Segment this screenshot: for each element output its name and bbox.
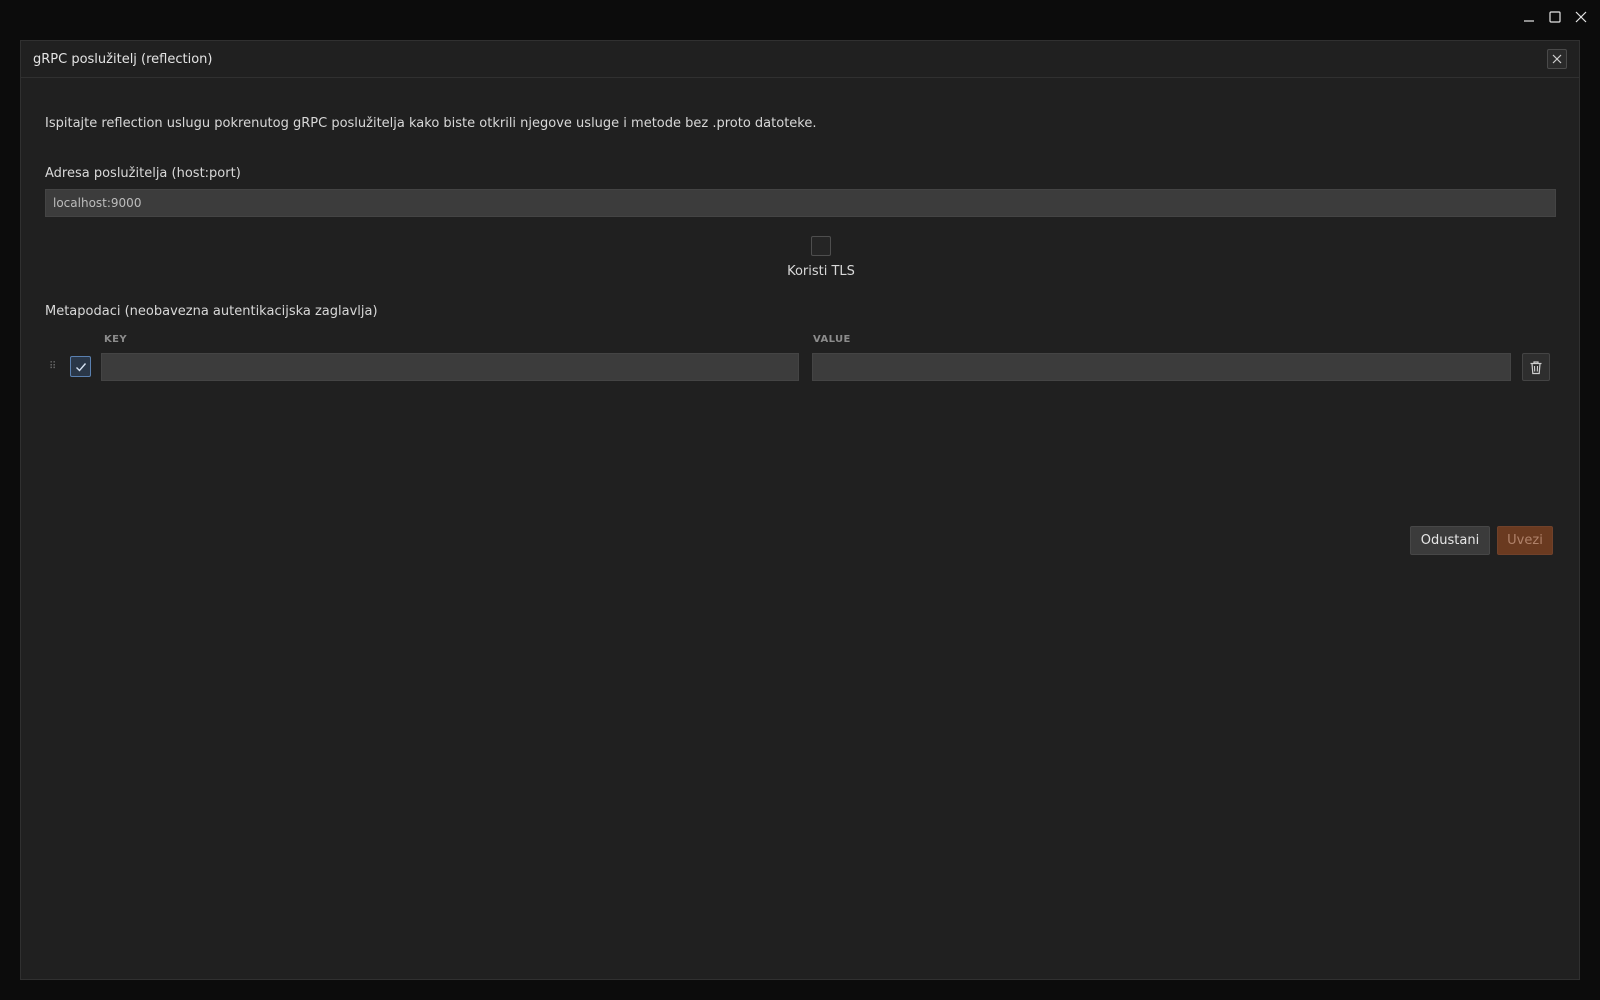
address-label: Adresa poslužitelja (host:port) — [45, 166, 241, 181]
metadata-key-input[interactable] — [101, 353, 799, 381]
maximize-icon[interactable] — [1542, 4, 1568, 30]
metadata-key-header: KEY — [104, 334, 128, 345]
trash-icon — [1530, 360, 1542, 374]
close-icon — [1552, 54, 1562, 64]
dialog-description: Ispitajte reflection uslugu pokrenutog g… — [45, 116, 817, 131]
tls-checkbox[interactable] — [811, 236, 831, 256]
metadata-delete-button[interactable] — [1522, 353, 1550, 381]
window-controls — [1516, 4, 1594, 30]
drag-handle-icon[interactable]: ⠿ — [49, 360, 57, 374]
metadata-value-header: VALUE — [813, 334, 851, 345]
metadata-row-enabled-checkbox[interactable] — [70, 356, 91, 377]
metadata-label: Metapodaci (neobavezna autentikacijska z… — [45, 304, 378, 319]
checkmark-icon — [75, 362, 86, 372]
metadata-row: ⠿ — [21, 353, 1581, 383]
cancel-button[interactable]: Odustani — [1410, 526, 1490, 555]
dialog-close-button[interactable] — [1547, 49, 1567, 69]
tls-option: Koristi TLS — [769, 236, 873, 279]
dialog-body: Ispitajte reflection uslugu pokrenutog g… — [21, 78, 1579, 980]
dialog-header: gRPC poslužitelj (reflection) — [21, 41, 1579, 78]
close-icon[interactable] — [1568, 4, 1594, 30]
connect-button[interactable]: Uvezi — [1497, 526, 1553, 555]
address-input[interactable] — [45, 189, 1556, 217]
dialog-title: gRPC poslužitelj (reflection) — [33, 51, 213, 67]
grpc-reflection-dialog: gRPC poslužitelj (reflection) Ispitajte … — [20, 40, 1580, 980]
metadata-value-input[interactable] — [812, 353, 1511, 381]
tls-label: Koristi TLS — [787, 264, 855, 279]
minimize-icon[interactable] — [1516, 4, 1542, 30]
